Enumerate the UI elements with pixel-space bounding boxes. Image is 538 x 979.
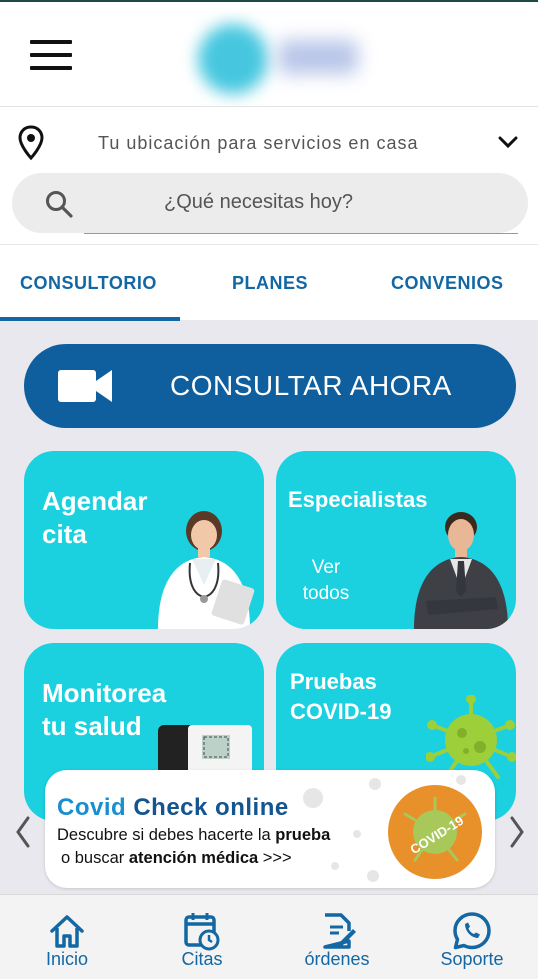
doctor-woman-illustration <box>158 511 255 629</box>
search-bar[interactable]: ¿Qué necesitas hoy? <box>12 173 528 233</box>
location-pin-icon <box>18 125 44 161</box>
chevron-down-icon[interactable] <box>496 135 520 151</box>
menu-icon[interactable] <box>30 40 72 70</box>
search-underline <box>84 233 518 234</box>
nav-label: Inicio <box>45 949 89 969</box>
tab-bar: CONSULTORIO PLANES CONVENIOS <box>0 244 538 321</box>
active-tab-indicator <box>0 317 180 321</box>
search-input[interactable]: ¿Qué necesitas hoy? <box>164 191 353 214</box>
location-search-section: Tu ubicación para servicios en casa ¿Qué… <box>0 106 538 244</box>
calendar-clock-icon <box>184 913 220 951</box>
nav-inicio[interactable]: Inicio <box>2 895 132 979</box>
tab-convenios[interactable]: CONVENIOS <box>391 273 504 294</box>
video-camera-icon <box>58 370 112 402</box>
chevron-left-icon[interactable] <box>14 815 32 849</box>
consult-now-button[interactable]: CONSULTAR AHORA <box>24 344 516 428</box>
bottom-navigation: Inicio Citas órdenes Soporte <box>0 894 538 979</box>
specialist-man-illustration <box>414 512 508 629</box>
card-specialists[interactable]: Especialistas Ver todos <box>276 451 516 629</box>
consult-now-label: CONSULTAR AHORA <box>170 370 452 401</box>
nav-label: órdenes <box>304 949 370 969</box>
whatsapp-icon <box>453 912 491 950</box>
card-title: Pruebas COVID-19 <box>290 669 392 724</box>
card-title: Agendar cita <box>42 486 148 549</box>
nav-label: Soporte <box>440 949 504 969</box>
app-header <box>0 0 538 106</box>
tab-planes[interactable]: PLANES <box>232 273 308 294</box>
banner-line-1: Descubre si debes hacerte la prueba <box>57 826 331 844</box>
home-icon <box>50 915 84 948</box>
banner-title: Covid Check online <box>57 794 289 821</box>
nav-ordenes[interactable]: órdenes <box>272 895 402 979</box>
tab-consultorio[interactable]: CONSULTORIO <box>20 273 157 294</box>
card-title: Monitorea tu salud <box>42 678 167 741</box>
search-icon <box>46 191 73 218</box>
card-schedule-appointment[interactable]: Agendar cita <box>24 451 264 629</box>
app-logo <box>192 20 372 96</box>
document-edit-icon <box>323 913 356 949</box>
chevron-right-icon[interactable] <box>508 815 526 849</box>
covid-badge-icon: COVID-19 <box>388 785 482 879</box>
see-all-link[interactable]: Ver todos <box>298 555 354 607</box>
nav-citas[interactable]: Citas <box>137 895 267 979</box>
nav-label: Citas <box>181 949 223 969</box>
banner-line-2: o buscar atención médica >>> <box>61 849 292 867</box>
location-selector[interactable]: Tu ubicación para servicios en casa <box>98 133 418 154</box>
covid-check-banner[interactable]: Covid Check online Descubre si debes hac… <box>45 770 495 888</box>
nav-soporte[interactable]: Soporte <box>407 895 537 979</box>
